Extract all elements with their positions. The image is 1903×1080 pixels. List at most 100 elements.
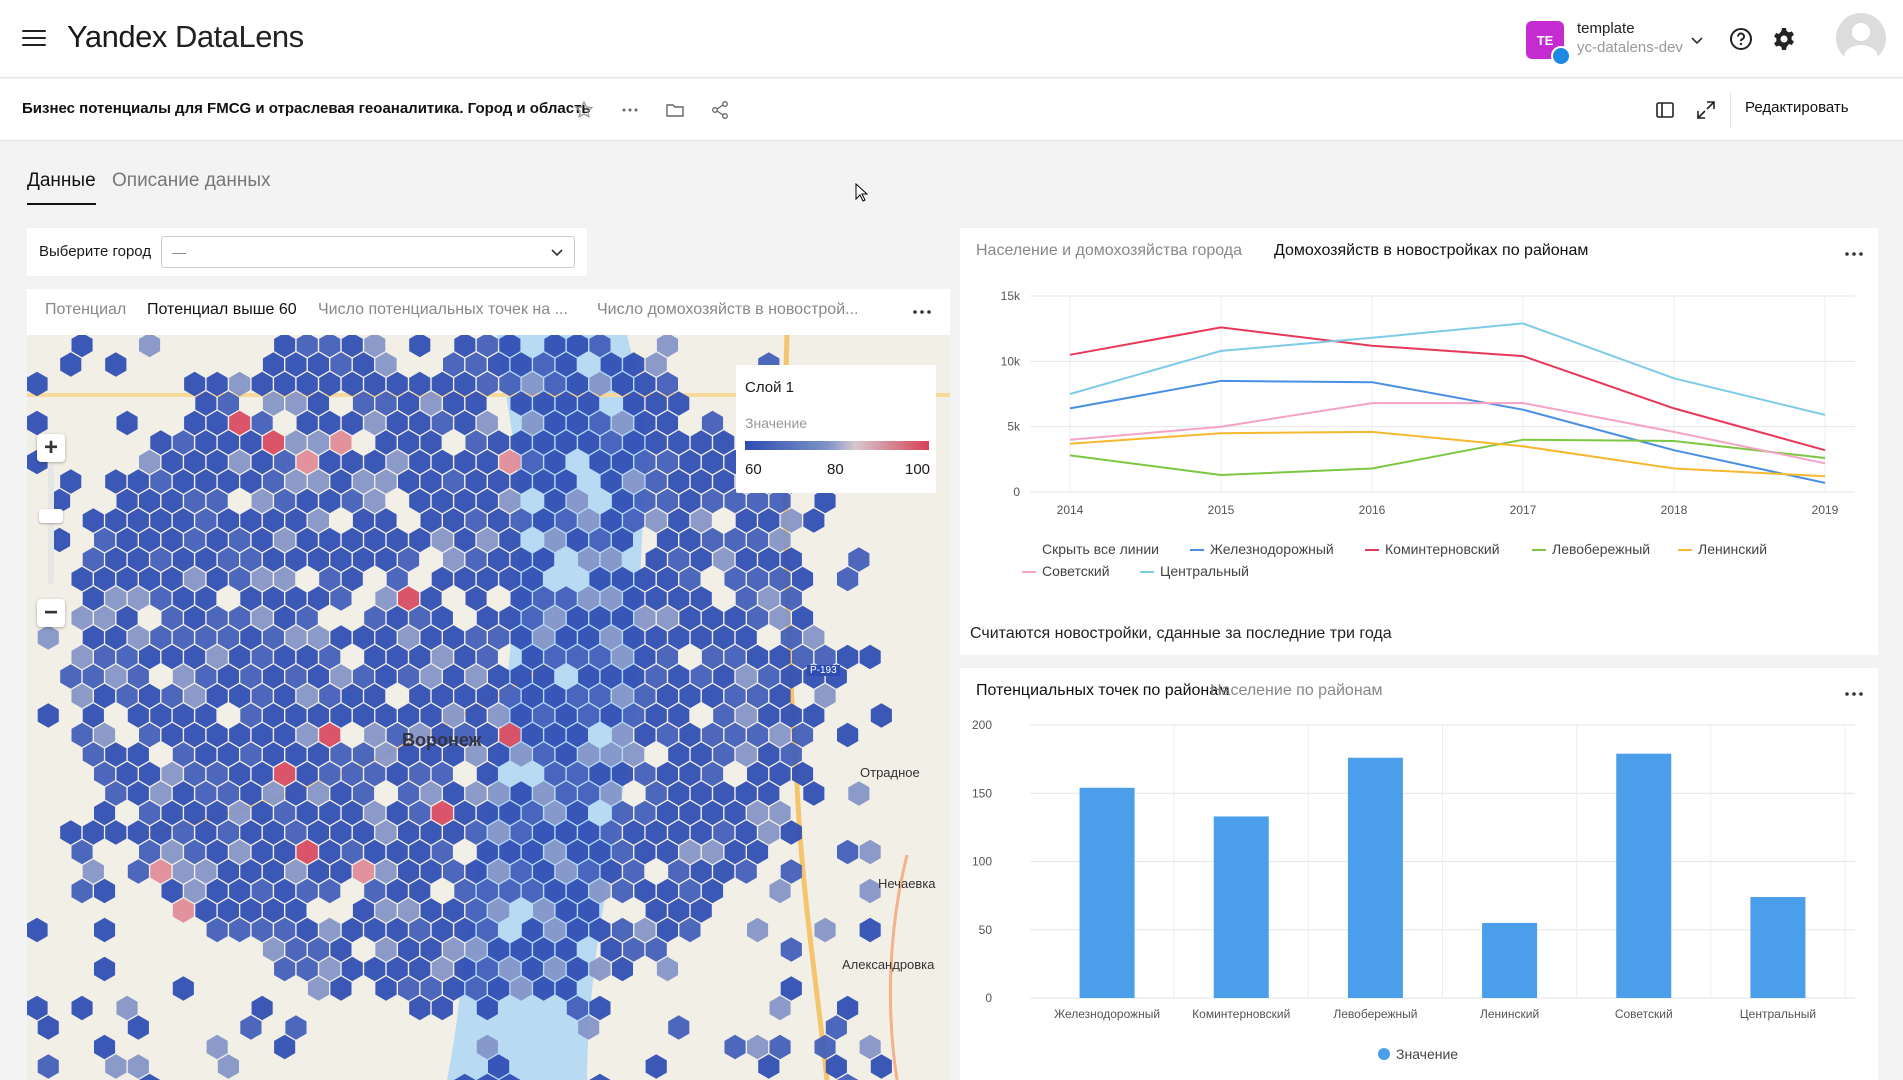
map-hex[interactable] — [747, 839, 769, 865]
map-hex[interactable] — [285, 703, 307, 728]
map-hex[interactable] — [184, 371, 206, 397]
map-hex[interactable] — [240, 469, 262, 494]
map-hex[interactable] — [82, 547, 104, 572]
map-hex[interactable] — [690, 859, 712, 884]
map-hex[interactable] — [668, 898, 690, 923]
map-hex[interactable] — [285, 547, 307, 572]
map-hex[interactable] — [747, 722, 769, 748]
tab-potential[interactable]: Потенциал — [45, 301, 126, 319]
line-series[interactable] — [1069, 322, 1826, 416]
map-hex[interactable] — [431, 527, 453, 553]
map-hex[interactable] — [668, 547, 690, 572]
map-hex[interactable] — [217, 547, 239, 572]
map-hex[interactable] — [296, 800, 318, 826]
map-hex[interactable] — [330, 703, 352, 728]
map-hex[interactable] — [431, 410, 453, 436]
map-hex[interactable] — [454, 488, 476, 514]
map-hex[interactable] — [229, 683, 251, 709]
map-hex[interactable] — [150, 859, 172, 884]
map-hex[interactable] — [803, 625, 825, 650]
map-hex[interactable] — [431, 800, 453, 826]
map-hex[interactable] — [724, 527, 746, 553]
map-hex[interactable] — [307, 508, 329, 533]
map-hex[interactable] — [285, 664, 307, 689]
map-hex[interactable] — [724, 722, 746, 748]
map-hex[interactable] — [364, 917, 386, 943]
map-hex[interactable] — [296, 488, 318, 514]
map-hex[interactable] — [701, 488, 724, 514]
map-hex[interactable] — [364, 410, 386, 436]
star-icon[interactable] — [574, 100, 594, 120]
map-hex[interactable] — [398, 937, 420, 962]
map-hex[interactable] — [668, 1015, 690, 1040]
map-hex[interactable] — [172, 859, 194, 884]
map-hex[interactable] — [634, 839, 656, 865]
map-hex[interactable] — [499, 527, 521, 553]
map-hex[interactable] — [285, 781, 307, 806]
map-hex[interactable] — [127, 586, 149, 611]
map-hex[interactable] — [792, 605, 814, 631]
map-hex[interactable] — [172, 781, 194, 806]
map-hex[interactable] — [330, 430, 352, 455]
map-hex[interactable] — [285, 586, 307, 611]
map-hex[interactable] — [679, 917, 701, 943]
map-hex[interactable] — [262, 625, 284, 650]
map-hex[interactable] — [668, 469, 690, 494]
map-hex[interactable] — [431, 995, 453, 1021]
map-hex[interactable] — [679, 605, 701, 631]
map-hex[interactable] — [161, 878, 183, 904]
map-hex[interactable] — [656, 605, 678, 631]
map-hex[interactable] — [848, 547, 870, 572]
map-hex[interactable] — [735, 859, 757, 884]
map-hex[interactable] — [386, 878, 408, 904]
map-hex[interactable] — [217, 430, 239, 455]
map-hex[interactable] — [870, 1054, 892, 1079]
map-hex[interactable] — [341, 371, 363, 397]
map-hex[interactable] — [139, 449, 161, 475]
map-hex[interactable] — [94, 1034, 116, 1060]
map-hex[interactable] — [701, 449, 724, 475]
map-hex[interactable] — [161, 527, 183, 553]
map-hex[interactable] — [285, 430, 307, 455]
map-hex[interactable] — [206, 644, 228, 670]
map-hex[interactable] — [769, 995, 791, 1021]
map-hex[interactable] — [296, 722, 318, 748]
map-hex[interactable] — [82, 508, 104, 533]
map-hex[interactable] — [206, 878, 228, 904]
map-hex[interactable] — [769, 683, 791, 709]
map-hex[interactable] — [386, 644, 408, 670]
map-hex[interactable] — [94, 683, 116, 709]
map-hex[interactable] — [386, 449, 408, 475]
map-hex[interactable] — [375, 742, 397, 767]
map-hex[interactable] — [251, 722, 273, 748]
map-hex[interactable] — [420, 898, 442, 923]
map-hex[interactable] — [431, 566, 453, 592]
map-hex[interactable] — [319, 878, 341, 904]
map-hex[interactable] — [262, 352, 284, 377]
map-hex[interactable] — [262, 937, 284, 962]
map-hex[interactable] — [352, 469, 375, 494]
map-hex[interactable] — [747, 566, 769, 592]
map-hex[interactable] — [668, 586, 690, 611]
map-hex[interactable] — [251, 761, 273, 787]
map-hex[interactable] — [679, 761, 701, 787]
map-hex[interactable] — [262, 898, 284, 923]
map-hex[interactable] — [172, 742, 194, 767]
map-hex[interactable] — [116, 761, 138, 787]
map-hex[interactable] — [386, 566, 408, 592]
map-hex[interactable] — [274, 566, 296, 592]
map-hex[interactable] — [82, 820, 104, 845]
map-hex[interactable] — [184, 878, 206, 904]
map-hex[interactable] — [431, 644, 453, 670]
map-hex[interactable] — [105, 664, 127, 689]
map-hex[interactable] — [656, 683, 678, 709]
map-hex[interactable] — [454, 371, 476, 397]
map-hex[interactable] — [330, 586, 352, 611]
map-hex[interactable] — [285, 859, 307, 884]
map-hex[interactable] — [656, 878, 678, 904]
map-hex[interactable] — [229, 644, 251, 670]
map-hex[interactable] — [713, 742, 735, 767]
map-hex[interactable] — [94, 644, 116, 670]
map-hex[interactable] — [319, 800, 341, 826]
map-hex[interactable] — [105, 781, 127, 806]
